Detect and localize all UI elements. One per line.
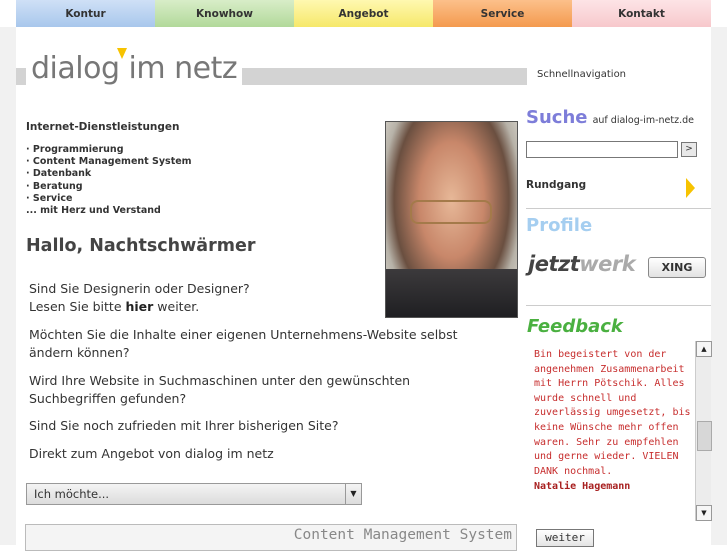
tour-link[interactable]: Rundgang (526, 179, 586, 191)
left-margin-bar (0, 27, 16, 545)
service-item: · Beratung (26, 180, 83, 192)
designer-question-text: Sind Sie Designerin oder Designer? (29, 281, 250, 296)
feedback-author: Natalie Hagemann (534, 481, 631, 493)
offer-select[interactable]: Ich möchte... ▼ (26, 483, 362, 505)
nav-tab-angebot[interactable]: Angebot (294, 0, 433, 27)
greeting-heading: Hallo, Nachtschwärmer (26, 236, 256, 256)
services-list: · Programmierung · Content Management Sy… (26, 144, 192, 217)
portrait-shirt (386, 269, 517, 317)
feedback-next-button[interactable]: weiter (536, 529, 594, 547)
services-title: Internet-Dienstleistungen (26, 121, 180, 133)
cms-banner[interactable]: Content Management System (25, 524, 517, 551)
nav-tab-knowhow[interactable]: Knowhow (155, 0, 294, 27)
cms-question[interactable]: Möchten Sie die Inhalte einer eigenen Un… (29, 326, 489, 362)
read-more-post: weiter. (153, 299, 200, 314)
feedback-title: Feedback (527, 316, 623, 337)
chevron-down-icon[interactable]: ▼ (345, 484, 361, 504)
seo-question[interactable]: Wird Ihre Website in Suchmaschinen unter… (29, 372, 489, 408)
search-title: Suche (526, 107, 588, 128)
main-navigation: Kontur Knowhow Angebot Service Kontakt (16, 0, 711, 27)
service-item: ... mit Herz und Verstand (26, 205, 161, 217)
designer-question: Sind Sie Designerin oder Designer? Lesen… (29, 280, 250, 316)
scroll-down-icon[interactable]: ▼ (696, 505, 712, 521)
designer-read-more: Lesen Sie bitte hier weiter. (29, 298, 250, 316)
service-item: · Content Management System (26, 156, 192, 168)
portrait-photo (385, 121, 518, 318)
logo-text: dialog im netz (31, 51, 238, 86)
logo-accent-icon (117, 48, 127, 59)
hier-link[interactable]: hier (125, 299, 153, 314)
search-heading: Suche auf dialog-im-netz.de (526, 107, 694, 128)
search-input[interactable] (526, 141, 678, 158)
jetztwerk-logo[interactable]: jetztwerk (528, 252, 636, 276)
jetztwerk-logo-part1: jetzt (528, 252, 580, 276)
tour-arrow-icon[interactable] (686, 178, 695, 198)
jetztwerk-logo-part2: werk (579, 252, 636, 276)
feedback-box: Bin begeistert von der angenehmen Zusamm… (526, 341, 712, 521)
right-margin-bar (711, 27, 727, 545)
scroll-thumb[interactable] (697, 421, 712, 451)
sidebar-divider (526, 305, 711, 306)
sidebar-divider (526, 208, 711, 209)
feedback-scrollbar[interactable]: ▲ ▼ (695, 341, 712, 521)
service-item: · Service (26, 192, 73, 204)
read-more-pre: Lesen Sie bitte (29, 299, 126, 314)
service-item: · Datenbank (26, 168, 92, 180)
search-subtitle: auf dialog-im-netz.de (592, 115, 694, 126)
offer-question: Direkt zum Angebot von dialog im netz (29, 446, 274, 461)
feedback-quote: Bin begeistert von der angenehmen Zusamm… (534, 349, 691, 477)
service-item: · Programmierung (26, 144, 124, 155)
quick-navigation-label[interactable]: Schnellnavigation (537, 69, 626, 80)
feedback-text: Bin begeistert von der angenehmen Zusamm… (534, 348, 692, 495)
nav-tab-kontakt[interactable]: Kontakt (572, 0, 711, 27)
nav-tab-kontur[interactable]: Kontur (16, 0, 155, 27)
nav-tab-service[interactable]: Service (433, 0, 572, 27)
profile-title: Profile (526, 215, 593, 236)
search-submit-button[interactable]: > (681, 142, 697, 157)
site-logo[interactable]: dialog im netz (26, 46, 243, 92)
offer-select-value: Ich möchte... (34, 487, 110, 501)
scroll-up-icon[interactable]: ▲ (696, 341, 712, 357)
portrait-glasses (410, 200, 492, 224)
xing-button[interactable]: XING (648, 257, 706, 278)
satisfaction-question[interactable]: Sind Sie noch zufrieden mit Ihrer bisher… (29, 417, 338, 435)
cms-banner-text: Content Management System (293, 527, 512, 543)
